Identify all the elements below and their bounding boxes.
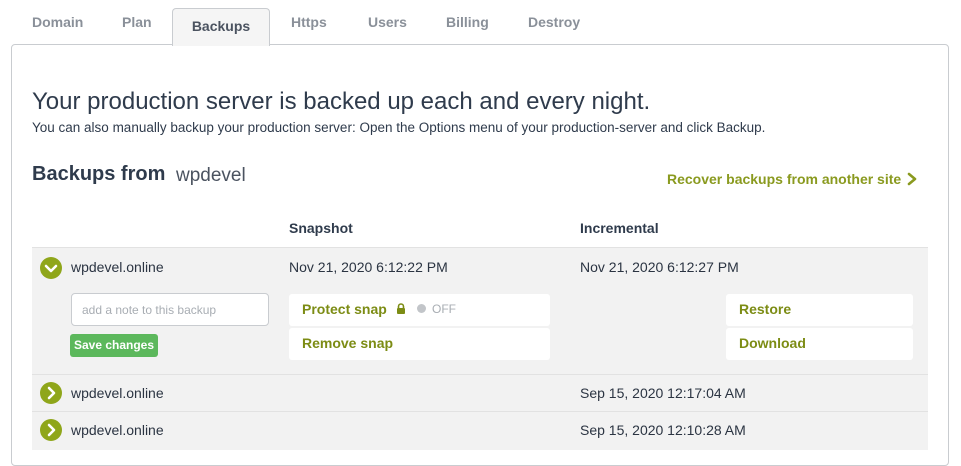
tab-billing[interactable]: Billing [446, 14, 489, 30]
chevron-right-icon [907, 172, 917, 186]
lock-icon [396, 303, 405, 314]
incremental-date: Nov 21, 2020 6:12:27 PM [580, 259, 739, 275]
column-header-snapshot: Snapshot [289, 220, 353, 236]
backup-name: wpdevel.online [71, 385, 164, 401]
chevron-right-icon[interactable] [40, 419, 62, 441]
backup-row[interactable]: wpdevel.online Sep 15, 2020 12:10:28 AM [32, 411, 928, 450]
protect-snap-state: OFF [432, 302, 456, 316]
incremental-date: Sep 15, 2020 12:17:04 AM [580, 385, 746, 401]
save-changes-button[interactable]: Save changes [70, 334, 158, 357]
backup-note-input[interactable] [71, 293, 269, 326]
tab-destroy[interactable]: Destroy [528, 14, 580, 30]
backups-title: Backups from [32, 163, 166, 185]
incremental-date: Sep 15, 2020 12:10:28 AM [580, 422, 746, 438]
tab-https[interactable]: Https [291, 14, 327, 30]
backups-site-name: wpdevel [176, 165, 246, 186]
recover-backups-label: Recover backups from another site [667, 171, 902, 187]
remove-snap-button[interactable]: Remove snap [289, 328, 550, 360]
column-header-incremental: Incremental [580, 220, 659, 236]
page-headline: Your production server is backed up each… [32, 88, 651, 115]
tab-domain[interactable]: Domain [32, 14, 83, 30]
recover-backups-link[interactable]: Recover backups from another site [667, 171, 917, 187]
tab-bar: Domain Plan Backups Https Users Billing … [0, 0, 961, 46]
download-button[interactable]: Download [726, 328, 913, 360]
backup-row-expanded: wpdevel.online Nov 21, 2020 6:12:22 PM N… [32, 247, 928, 374]
restore-button[interactable]: Restore [726, 294, 913, 326]
chevron-right-icon[interactable] [40, 382, 62, 404]
page-subline: You can also manually backup your produc… [32, 120, 766, 135]
tab-plan[interactable]: Plan [122, 14, 152, 30]
chevron-down-icon[interactable] [40, 257, 62, 279]
snapshot-date: Nov 21, 2020 6:12:22 PM [289, 259, 448, 275]
backup-row[interactable]: wpdevel.online Sep 15, 2020 12:17:04 AM [32, 374, 928, 411]
protect-snap-label: Protect snap [302, 301, 387, 317]
backup-name: wpdevel.online [71, 422, 164, 438]
protect-snap-button[interactable]: Protect snap OFF [289, 294, 550, 326]
backup-name: wpdevel.online [71, 259, 164, 275]
toggle-dot-icon [417, 304, 426, 314]
tab-users[interactable]: Users [368, 14, 407, 30]
protect-snap-toggle[interactable]: OFF [417, 294, 456, 324]
tab-backups[interactable]: Backups [172, 8, 270, 46]
